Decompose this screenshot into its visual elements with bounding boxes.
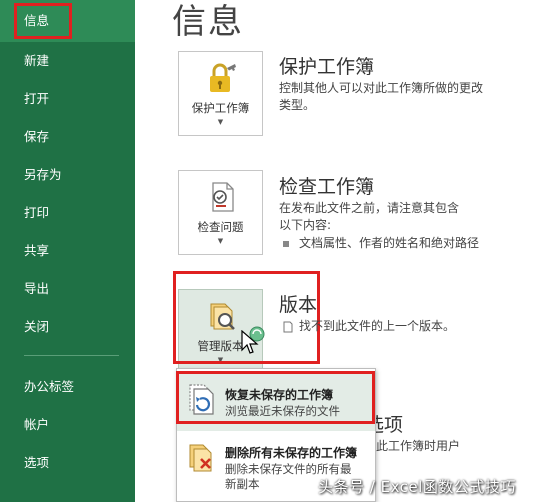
protect-workbook-button-label: 保护工作簿 [191, 101, 250, 115]
sidebar-item-new[interactable]: 新建 [0, 42, 135, 80]
recover-document-icon [189, 384, 214, 415]
sidebar-item-save[interactable]: 保存 [0, 118, 135, 156]
delete-unsaved-title: 删除所有未保存的工作簿 [225, 446, 358, 460]
sidebar-divider [24, 355, 119, 356]
sidebar-item-open[interactable]: 打开 [0, 80, 135, 118]
protect-section-title: 保护工作簿 [279, 56, 375, 78]
sidebar-item-export[interactable]: 导出 [0, 270, 135, 308]
recover-unsaved-workbooks-item[interactable]: 恢复未保存的工作簿 浏览最近未保存的文件 [177, 373, 375, 431]
browser-options-desc-partial: 此工作簿时用户 [376, 439, 461, 453]
recover-unsaved-desc: 浏览最近未保存的文件 [225, 404, 340, 418]
sidebar-item-account[interactable]: 帐户 [0, 406, 135, 444]
versions-section-title: 版本 [279, 294, 318, 316]
check-issues-button-label: 检查问题 [197, 220, 244, 234]
inspect-bullet: 文档属性、作者的姓名和绝对路径 [283, 235, 479, 252]
bullet-square-icon [283, 240, 289, 247]
watermark-text: 头条号 / Excel函数公式技巧 [318, 478, 516, 496]
lock-key-icon [210, 63, 236, 92]
document-icon [283, 321, 293, 332]
manage-versions-button[interactable]: 管理版本 ▼ [178, 289, 265, 374]
sidebar-item-office-tab[interactable]: 办公标签 [0, 368, 135, 406]
check-issues-button[interactable]: 检查问题 ▼ [178, 170, 263, 255]
page-title: 信息 [172, 2, 244, 42]
recover-unsaved-title: 恢复未保存的工作簿 [225, 388, 334, 402]
protect-section-desc-1: 控制其他人可以对此工作簿所做的更改 [279, 81, 484, 95]
delete-document-icon [189, 444, 212, 472]
sidebar-item-options[interactable]: 选项 [0, 444, 135, 482]
inspect-section-title: 检查工作簿 [279, 176, 375, 198]
sidebar-item-save-as[interactable]: 另存为 [0, 156, 135, 194]
chevron-down-icon: ▼ [217, 356, 224, 364]
sidebar-item-print[interactable]: 打印 [0, 194, 135, 232]
versions-magnifier-icon [210, 303, 235, 330]
inspect-section-desc-2: 以下内容: [279, 218, 332, 232]
protect-workbook-button[interactable]: 保护工作簿 ▼ [178, 51, 263, 136]
inspect-section-desc-1: 在发布此文件之前，请注意其包含 [279, 201, 460, 215]
mouse-cursor-icon [241, 330, 259, 354]
chevron-down-icon: ▼ [217, 118, 224, 126]
delete-unsaved-desc-2: 新副本 [225, 477, 260, 491]
versions-section-desc-row: 找不到此文件的上一个版本。 [283, 318, 455, 335]
inspect-bullet-text: 文档属性、作者的姓名和绝对路径 [299, 236, 480, 250]
protect-section-desc-2: 类型。 [279, 98, 316, 112]
sidebar-item-close[interactable]: 关闭 [0, 308, 135, 346]
document-check-icon [212, 182, 234, 212]
versions-section-desc: 找不到此文件的上一个版本。 [299, 319, 456, 333]
sidebar-item-info[interactable]: 信息 [0, 0, 135, 42]
delete-unsaved-desc-1: 删除未保存文件的所有最 [225, 462, 352, 476]
backstage-sidebar: 信息 新建 打开 保存 另存为 打印 共享 导出 关闭 办公标签 帐户 选项 [0, 0, 135, 502]
sidebar-item-share[interactable]: 共享 [0, 232, 135, 270]
chevron-down-icon: ▼ [217, 237, 224, 245]
